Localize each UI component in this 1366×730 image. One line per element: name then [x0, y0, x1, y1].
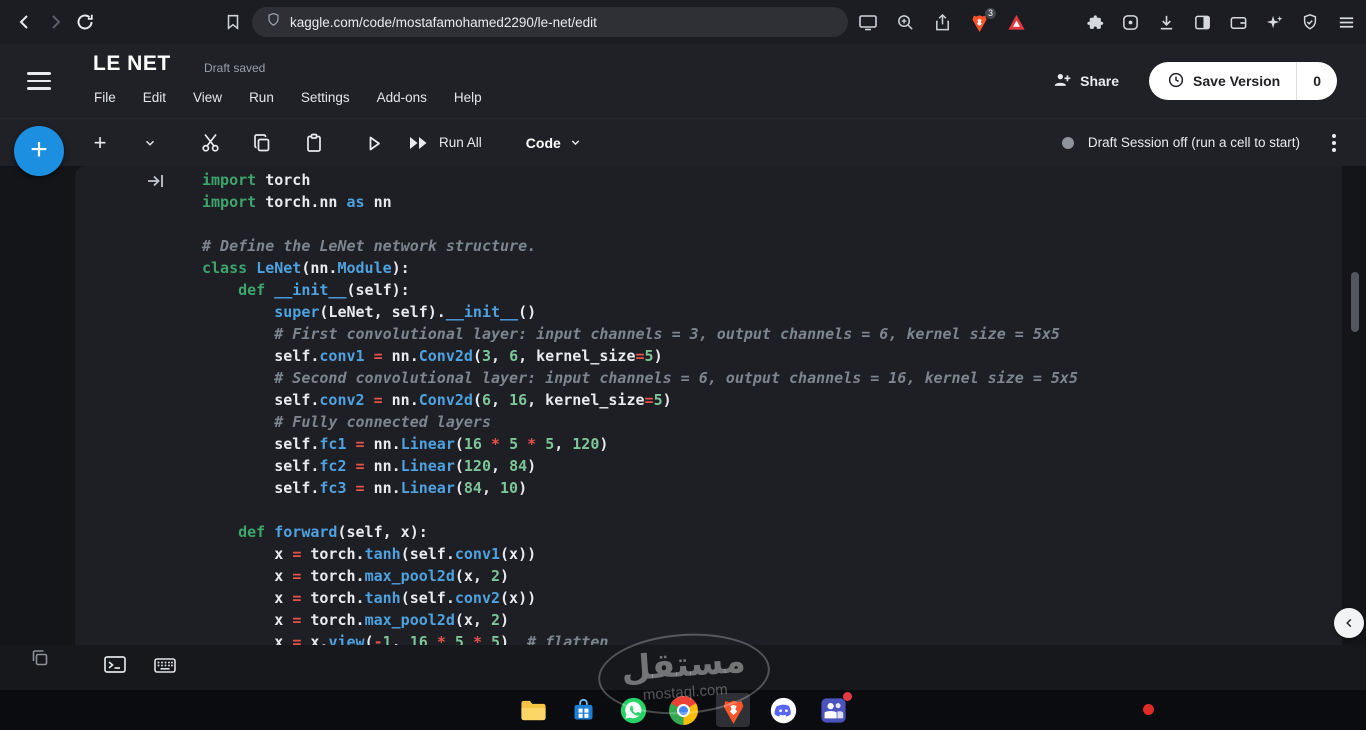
menu-run[interactable]: Run [249, 90, 274, 105]
code-lines[interactable]: import torch import torch.nn as nn # Defi… [202, 169, 1334, 645]
add-code-cell-icon[interactable]: + [88, 127, 112, 159]
browser-topbar: kaggle.com/code/mostafamohamed2290/le-ne… [0, 0, 1366, 44]
forward-icon[interactable] [40, 7, 70, 37]
menu-bar: File Edit View Run Settings Add-ons Help [94, 90, 482, 105]
kaggle-menu-icon[interactable] [27, 72, 51, 90]
download-icon[interactable] [1154, 10, 1178, 34]
reload-icon[interactable] [70, 7, 100, 37]
cut-cell-icon[interactable] [198, 127, 222, 159]
save-version-button[interactable]: Save Version 0 [1149, 62, 1337, 100]
extensions-icon[interactable] [1082, 10, 1106, 34]
console-icon[interactable] [103, 654, 127, 681]
session-status-text: Draft Session off (run a cell to start) [1087, 135, 1300, 150]
screen: kaggle.com/code/mostafamohamed2290/le-ne… [0, 0, 1366, 730]
cell-type-dropdown[interactable]: Code [526, 135, 582, 151]
browser-toolbar-icons [1082, 0, 1358, 44]
split-view-icon[interactable] [1190, 10, 1214, 34]
vertical-scrollbar[interactable] [1351, 272, 1359, 332]
share-page-icon[interactable] [930, 10, 954, 34]
session-status-icon [1061, 136, 1074, 149]
taskbar-whatsapp-icon[interactable] [616, 693, 650, 727]
add-cell-button[interactable]: + [14, 126, 64, 176]
taskbar-chrome-icon[interactable] [666, 693, 700, 727]
run-all-label: Run All [439, 135, 482, 150]
bookmark-icon[interactable] [218, 7, 248, 37]
focus-cell-icon[interactable] [145, 170, 167, 197]
copy-cell-icon[interactable] [250, 127, 274, 159]
share-label: Share [1080, 73, 1120, 89]
notebook-toolbar: + Run All Code Draft Session off (run a … [0, 118, 1366, 166]
run-cell-icon[interactable] [362, 127, 386, 159]
add-cell-chevron-icon[interactable] [138, 127, 162, 159]
recording-indicator-dot [1143, 704, 1154, 715]
menu-file[interactable]: File [94, 90, 116, 105]
collapse-panel-button[interactable] [1334, 608, 1364, 638]
brave-rewards-icon[interactable] [1004, 10, 1028, 34]
browser-menu-icon[interactable] [1334, 10, 1358, 34]
history-clock-icon [1167, 71, 1185, 92]
notebook-title: LE NET [93, 52, 171, 75]
left-rail: + [0, 126, 75, 645]
windows-taskbar [0, 690, 1366, 730]
leo-ai-icon[interactable] [1262, 10, 1286, 34]
cast-icon[interactable] [856, 10, 880, 34]
rail-copy-icon[interactable] [30, 648, 50, 673]
app-window-icon[interactable] [1118, 10, 1142, 34]
site-settings-icon[interactable] [266, 12, 281, 32]
save-version-label: Save Version [1193, 73, 1281, 89]
taskbar-teams-icon[interactable] [816, 692, 852, 727]
taskbar-microsoft-store-icon[interactable] [566, 693, 600, 727]
notebook-body: + import torch import torch.nn as nn # De… [0, 126, 1366, 645]
browser-action-icons: 3 [856, 0, 1028, 44]
menu-view[interactable]: View [193, 90, 222, 105]
zoom-icon[interactable] [893, 10, 917, 34]
taskbar-discord-icon[interactable] [766, 693, 800, 727]
paste-cell-icon[interactable] [302, 127, 326, 159]
share-icon [1052, 70, 1072, 93]
share-button[interactable]: Share [1042, 64, 1129, 99]
run-all-button[interactable]: Run All [408, 134, 482, 152]
url-text[interactable]: kaggle.com/code/mostafamohamed2290/le-ne… [290, 15, 597, 30]
shield-badge: 3 [984, 8, 996, 19]
code-editor[interactable]: import torch import torch.nn as nn # Defi… [75, 166, 1342, 645]
notebook-header: LE NET Draft saved File Edit View Run Se… [0, 44, 1366, 118]
taskbar-brave-icon[interactable] [716, 693, 750, 727]
session-kebab-icon[interactable] [1328, 130, 1340, 156]
menu-help[interactable]: Help [454, 90, 482, 105]
notebook-footer [0, 645, 1366, 690]
keyboard-icon[interactable] [153, 654, 177, 681]
menu-settings[interactable]: Settings [301, 90, 350, 105]
version-count[interactable]: 0 [1297, 73, 1337, 89]
vpn-shield-icon[interactable] [1298, 10, 1322, 34]
cell-type-label: Code [525, 134, 561, 151]
menu-addons[interactable]: Add-ons [377, 90, 427, 105]
taskbar-file-explorer-icon[interactable] [516, 693, 550, 727]
wallet-icon[interactable] [1226, 10, 1250, 34]
draft-status: Draft saved [204, 61, 266, 75]
teams-notification-badge [843, 692, 852, 701]
menu-edit[interactable]: Edit [143, 90, 166, 105]
url-bar[interactable]: kaggle.com/code/mostafamohamed2290/le-ne… [252, 7, 848, 37]
brave-shield-icon[interactable]: 3 [967, 8, 996, 34]
back-icon[interactable] [10, 7, 40, 37]
